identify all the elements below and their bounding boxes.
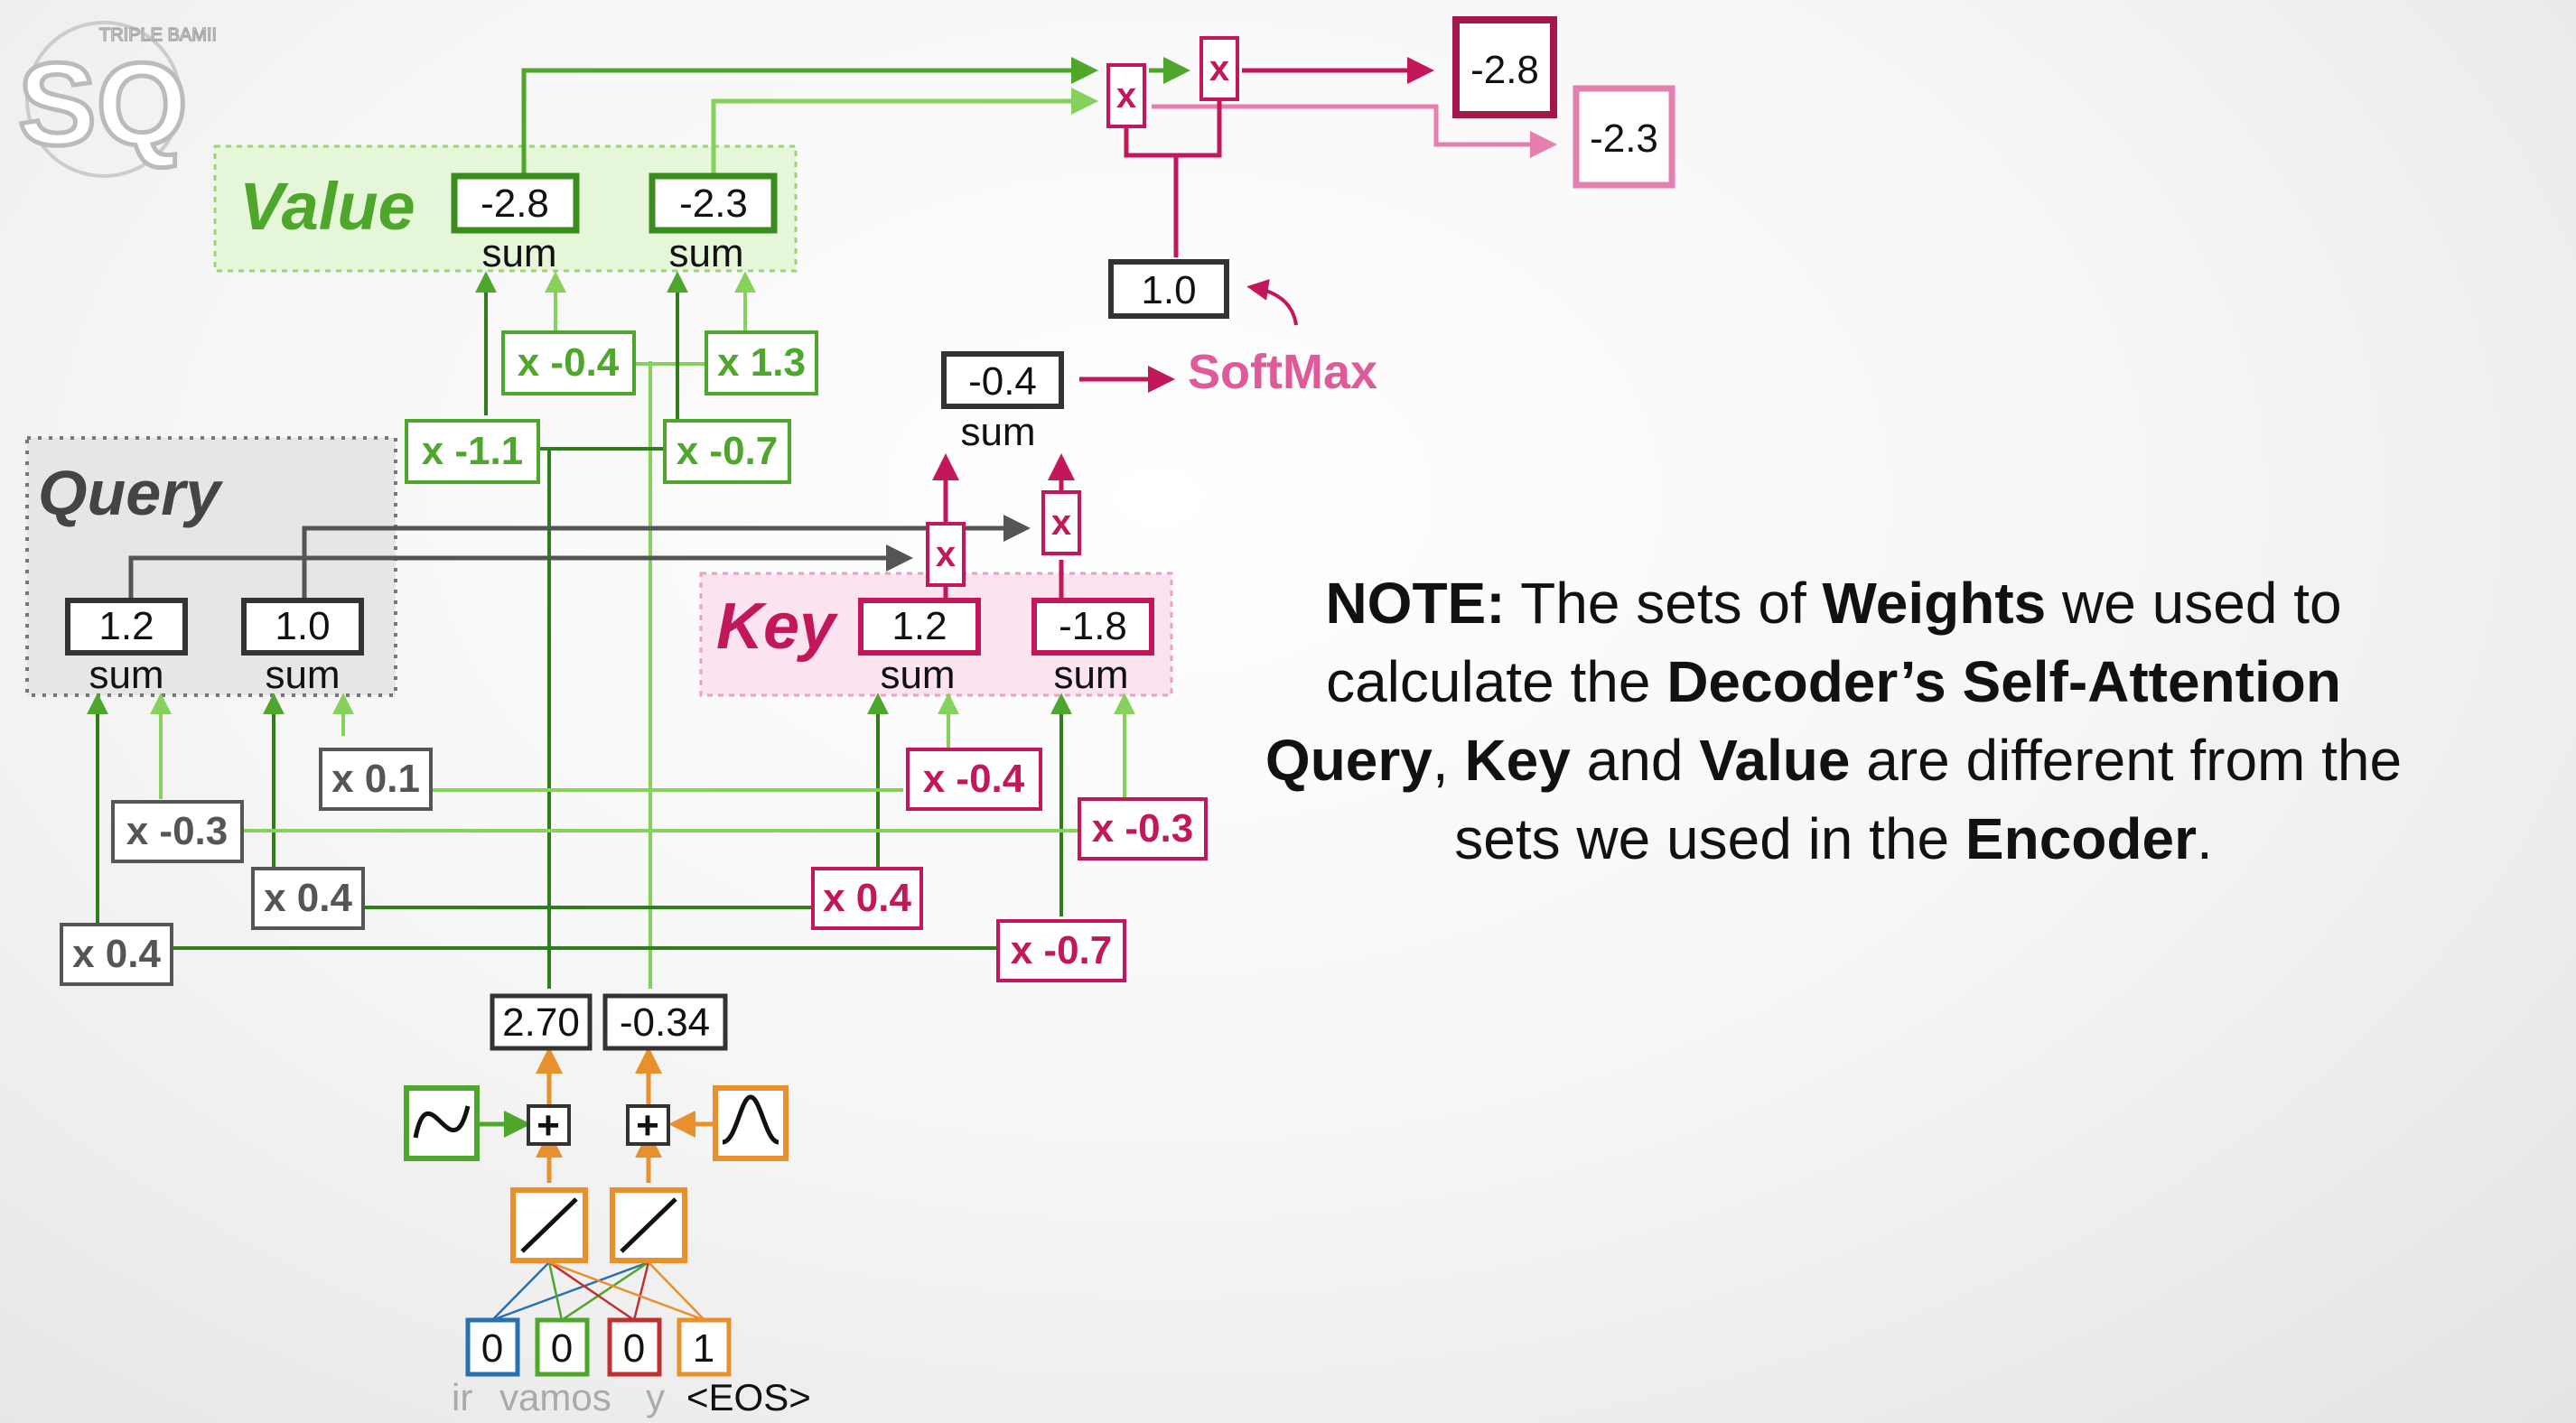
- input-box-1: 0: [465, 1317, 520, 1377]
- query-sum-label-1: sum: [89, 653, 163, 697]
- input-word-vamos: vamos: [499, 1376, 611, 1418]
- query-output-2: 1.0: [241, 598, 364, 656]
- logo: SQ TRIPLE BAM!!: [16, 21, 218, 178]
- svg-text:-2.3: -2.3: [1590, 116, 1658, 161]
- softmax-label: SoftMax: [1188, 345, 1377, 399]
- svg-text:x 0.4: x 0.4: [264, 876, 352, 920]
- svg-text:0: 0: [623, 1326, 645, 1371]
- query-weight-3: x 0.4: [251, 867, 365, 930]
- note-text: NOTE: The sets of Weights we used to cal…: [1265, 571, 2403, 871]
- value-sum-label-2: sum: [668, 231, 743, 275]
- encoding-value-1: 2.70: [490, 993, 593, 1051]
- key-sum-label-2: sum: [1053, 653, 1128, 697]
- query-output-1: 1.2: [65, 598, 188, 656]
- query-sum-label-2: sum: [265, 653, 340, 697]
- input-word-y: y: [646, 1376, 665, 1418]
- svg-text:-0.34: -0.34: [620, 1000, 710, 1045]
- value-sum-label-1: sum: [481, 231, 556, 275]
- softmax-output-box: 1.0: [1108, 259, 1229, 319]
- value-title: Value: [239, 169, 415, 244]
- query-title: Query: [38, 458, 223, 528]
- attention-score-box: -0.4: [941, 351, 1064, 409]
- logo-text: SQ: [18, 38, 188, 170]
- result-box-bottom: -2.3: [1573, 85, 1675, 189]
- svg-text:-2.8: -2.8: [1470, 48, 1539, 92]
- svg-text:x -0.3: x -0.3: [126, 809, 229, 853]
- query-weight-4: x 0.4: [60, 923, 173, 986]
- svg-text:x 1.3: x 1.3: [717, 340, 806, 385]
- encoding-value-2: -0.34: [602, 993, 728, 1051]
- key-weight-1: x -0.4: [906, 748, 1042, 811]
- svg-text:-2.8: -2.8: [481, 181, 549, 226]
- key-output-1: 1.2: [858, 598, 981, 656]
- svg-text:0: 0: [481, 1326, 503, 1371]
- value-weight-4: x -0.7: [663, 419, 791, 484]
- value-output-2: -2.3: [649, 172, 778, 234]
- svg-text:x: x: [1116, 76, 1136, 116]
- sine-wave-icon: [404, 1085, 480, 1161]
- key-weight-4: x -0.7: [996, 919, 1126, 982]
- svg-text:-2.3: -2.3: [679, 181, 748, 226]
- svg-text:-0.4: -0.4: [968, 359, 1037, 404]
- value-output-1: -2.8: [451, 172, 580, 234]
- svg-text:x 0.1: x 0.1: [331, 757, 420, 801]
- key-multiplier-2: x: [1041, 490, 1081, 555]
- key-sum-label-1: sum: [880, 653, 955, 697]
- svg-text:x: x: [936, 535, 956, 574]
- svg-text:x: x: [1209, 49, 1229, 88]
- input-word-eos: <EOS>: [686, 1376, 811, 1418]
- value-weight-1: x -0.4: [501, 330, 636, 395]
- svg-text:x 0.4: x 0.4: [823, 876, 911, 920]
- svg-text:+: +: [537, 1103, 560, 1148]
- svg-text:x -1.1: x -1.1: [422, 429, 524, 473]
- input-box-3: 0: [607, 1317, 662, 1377]
- plus-box-1: +: [527, 1103, 571, 1148]
- svg-text:x -0.7: x -0.7: [677, 429, 779, 473]
- input-box-2: 0: [535, 1317, 590, 1377]
- svg-text:-1.8: -1.8: [1059, 604, 1127, 648]
- key-multiplier-1: x: [926, 522, 966, 587]
- input-word-ir: ir: [452, 1376, 472, 1418]
- value-weight-3: x -1.1: [405, 419, 540, 484]
- svg-text:2.70: 2.70: [502, 1000, 580, 1045]
- key-weight-2: x -0.3: [1078, 797, 1208, 860]
- svg-text:x: x: [1051, 503, 1071, 543]
- svg-text:0: 0: [551, 1326, 573, 1371]
- key-weight-3: x 0.4: [811, 867, 923, 930]
- svg-text:1: 1: [693, 1326, 714, 1371]
- svg-text:1.2: 1.2: [98, 604, 154, 648]
- query-weight-1: x 0.1: [319, 748, 433, 811]
- svg-text:x -0.7: x -0.7: [1011, 928, 1113, 972]
- attention-score-sum-label: sum: [960, 410, 1035, 454]
- key-title: Key: [716, 591, 839, 663]
- bell-curve-icon: [713, 1085, 789, 1161]
- svg-text:1.0: 1.0: [1141, 268, 1196, 312]
- svg-text:1.2: 1.2: [891, 604, 947, 648]
- linear-activation-icon-2: [610, 1187, 687, 1263]
- key-output-2: -1.8: [1031, 598, 1154, 656]
- input-box-4: 1: [677, 1317, 732, 1377]
- query-weight-2: x -0.3: [111, 800, 244, 863]
- plus-box-2: +: [626, 1103, 670, 1148]
- svg-text:x -0.4: x -0.4: [923, 757, 1025, 801]
- svg-text:1.0: 1.0: [275, 604, 330, 648]
- value-multiplier-1: x: [1106, 63, 1146, 128]
- svg-text:x -0.4: x -0.4: [518, 340, 620, 385]
- value-weight-2: x 1.3: [705, 330, 818, 395]
- svg-text:x 0.4: x 0.4: [72, 932, 161, 976]
- value-multiplier-2: x: [1199, 36, 1239, 101]
- svg-text:+: +: [636, 1103, 659, 1148]
- svg-text:x -0.3: x -0.3: [1092, 806, 1194, 851]
- result-box-top: -2.8: [1452, 16, 1557, 118]
- linear-activation-icon-1: [510, 1187, 588, 1263]
- logo-small-text: TRIPLE BAM!!: [99, 25, 217, 45]
